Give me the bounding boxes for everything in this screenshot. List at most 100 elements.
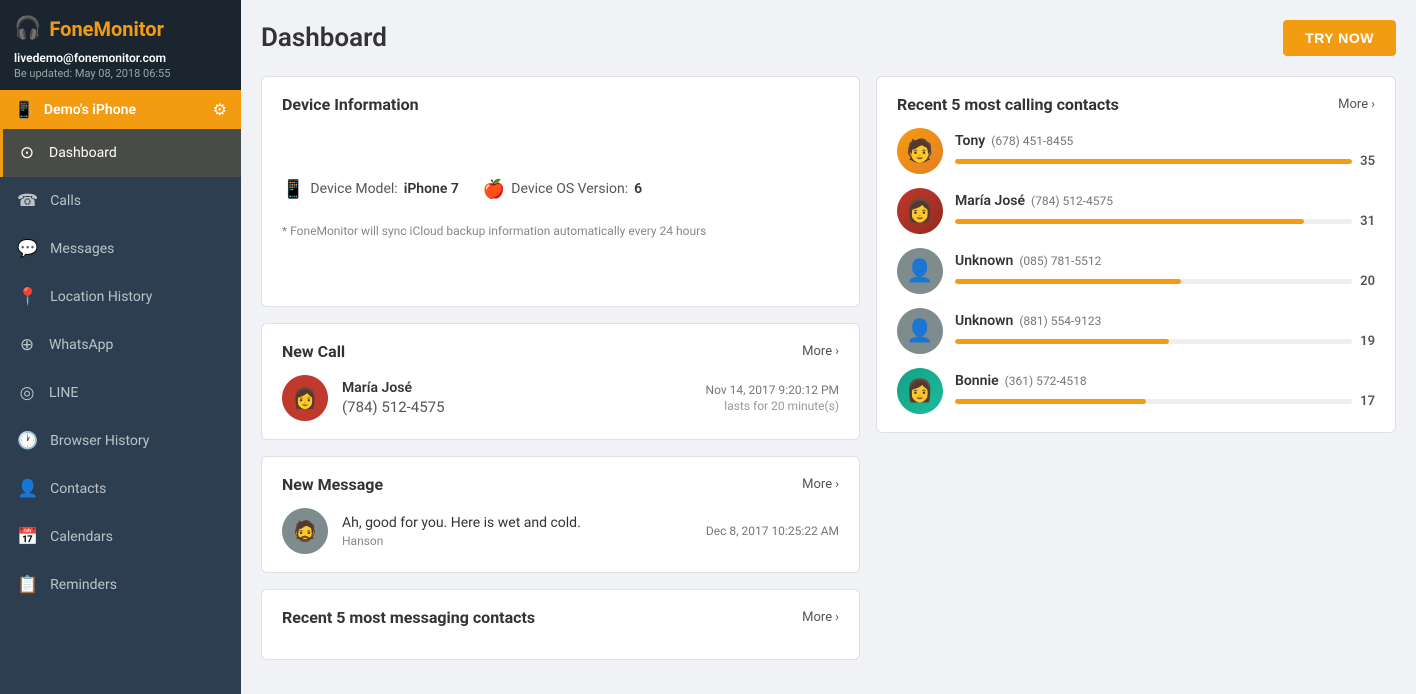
call-row: 👩 María José (784) 512-4575 Nov 14, 2017… [282, 375, 839, 421]
contact-name: María José [955, 193, 1025, 209]
new-message-title: New Message [282, 475, 383, 494]
logo-area: 🎧 FoneMonitor [14, 16, 227, 41]
model-label: Device Model: [310, 181, 397, 197]
new-message-header: New Message More › [282, 475, 839, 494]
contact-bar-bg [955, 219, 1352, 224]
location-icon: 📍 [17, 287, 38, 307]
contact-bar-bg [955, 279, 1352, 284]
more-label: More [1338, 97, 1368, 112]
device-specs: 📱 Device Model: iPhone 7 🍎 Device OS Ver… [282, 179, 839, 200]
reminders-icon: 📋 [17, 575, 38, 595]
contact-count: 35 [1360, 154, 1375, 169]
sidebar-item-dashboard[interactable]: ⊙ Dashboard [0, 129, 241, 177]
contact-bar-row: 17 [955, 394, 1375, 409]
device-selector[interactable]: 📱 Demo's iPhone ⚙ [0, 90, 241, 129]
call-date: Nov 14, 2017 9:20:12 PM [706, 383, 839, 397]
user-updated: Be updated: May 08, 2018 06:55 [14, 67, 227, 80]
sidebar-item-reminders[interactable]: 📋 Reminders [0, 561, 241, 609]
contact-avatar: 👤 [897, 308, 943, 354]
sidebar-item-label: LINE [49, 385, 78, 401]
contact-bar-bg [955, 159, 1352, 164]
contact-phone: (784) 512-4575 [1031, 194, 1113, 208]
calling-contacts-more[interactable]: More › [1338, 97, 1375, 112]
contact-avatar: 🧑 [897, 128, 943, 174]
call-duration: lasts for 20 minute(s) [706, 399, 839, 413]
sidebar-header: 🎧 FoneMonitor livedemo@fonemonitor.com B… [0, 0, 241, 90]
sidebar-item-contacts[interactable]: 👤 Contacts [0, 465, 241, 513]
sidebar-item-calls[interactable]: ☎ Calls [0, 177, 241, 225]
browser-icon: 🕐 [17, 431, 38, 451]
gear-icon: ⚙ [213, 100, 227, 119]
sidebar-item-whatsapp[interactable]: ⊕ WhatsApp [0, 321, 241, 369]
contact-bar-row: 31 [955, 214, 1375, 229]
contact-bar-fill [955, 399, 1146, 404]
new-message-card: New Message More › 🧔 Ah, good for you. H… [261, 456, 860, 573]
contact-count: 19 [1360, 334, 1375, 349]
phone-icon: 📱 [14, 100, 34, 119]
user-email: livedemo@fonemonitor.com [14, 51, 227, 65]
message-row: 🧔 Ah, good for you. Here is wet and cold… [282, 508, 839, 554]
sender-avatar: 🧔 [282, 508, 328, 554]
contact-details: María José (784) 512-4575 31 [955, 193, 1375, 229]
sidebar-item-browser-history[interactable]: 🕐 Browser History [0, 417, 241, 465]
sidebar-item-calendars[interactable]: 📅 Calendars [0, 513, 241, 561]
caller-avatar: 👩 [282, 375, 328, 421]
sidebar-item-label: Browser History [50, 433, 149, 449]
contact-avatar: 👩 [897, 368, 943, 414]
contact-bar-fill [955, 159, 1352, 164]
contact-avatar: 👤 [897, 248, 943, 294]
device-model-icon: 📱 [282, 179, 304, 200]
contact-list: 🧑 Tony (678) 451-8455 35 👩 María José (7… [897, 128, 1375, 414]
main-header: Dashboard TRY NOW [261, 20, 1396, 56]
device-info-body: 📱 Device Model: iPhone 7 🍎 Device OS Ver… [282, 128, 839, 288]
contact-details: Bonnie (361) 572-4518 17 [955, 373, 1375, 409]
new-message-more[interactable]: More › [802, 477, 839, 492]
sidebar-item-label: Location History [50, 289, 152, 305]
sidebar-item-messages[interactable]: 💬 Messages [0, 225, 241, 273]
main-content: Dashboard TRY NOW Device Information 📱 D… [241, 0, 1416, 694]
sidebar-item-line[interactable]: ◎ LINE [0, 369, 241, 417]
apple-icon: 🍎 [483, 179, 505, 200]
more-label: More [802, 477, 832, 492]
contact-row: 🧑 Tony (678) 451-8455 35 [897, 128, 1375, 174]
content-grid: Device Information 📱 Device Model: iPhon… [261, 76, 1396, 660]
right-column: Recent 5 most calling contacts More › 🧑 … [876, 76, 1396, 660]
contact-bar-row: 19 [955, 334, 1375, 349]
new-call-header: New Call More › [282, 342, 839, 361]
os-value: 6 [634, 181, 642, 197]
dashboard-icon: ⊙ [17, 143, 37, 163]
contact-row: 👩 María José (784) 512-4575 31 [897, 188, 1375, 234]
message-sender: Hanson [342, 534, 692, 548]
logo-icon: 🎧 [14, 16, 41, 41]
contact-name: Unknown [955, 313, 1013, 329]
contact-bar-bg [955, 339, 1352, 344]
calling-contacts-card: Recent 5 most calling contacts More › 🧑 … [876, 76, 1396, 433]
chevron-right-icon: › [835, 344, 839, 359]
try-now-button[interactable]: TRY NOW [1283, 20, 1396, 56]
sidebar-item-label: Calls [50, 193, 81, 209]
contact-name: Tony [955, 133, 985, 149]
recent-messaging-header: Recent 5 most messaging contacts More › [282, 608, 839, 627]
contact-phone: (678) 451-8455 [991, 134, 1073, 148]
contacts-icon: 👤 [17, 479, 38, 499]
contact-bar-row: 20 [955, 274, 1375, 289]
contact-bar-bg [955, 399, 1352, 404]
sidebar-item-label: Contacts [50, 481, 106, 497]
device-name: Demo's iPhone [44, 102, 136, 118]
contact-row: 👩 Bonnie (361) 572-4518 17 [897, 368, 1375, 414]
sidebar-item-location-history[interactable]: 📍 Location History [0, 273, 241, 321]
recent-messaging-title: Recent 5 most messaging contacts [282, 608, 535, 627]
device-info-title: Device Information [282, 95, 839, 114]
model-value: iPhone 7 [404, 181, 459, 197]
recent-messaging-more[interactable]: More › [802, 610, 839, 625]
caller-name: María José [342, 380, 692, 396]
contact-row: 👤 Unknown (881) 554-9123 19 [897, 308, 1375, 354]
device-note: * FoneMonitor will sync iCloud backup in… [282, 224, 839, 238]
chevron-right-icon: › [835, 477, 839, 492]
contact-name-row: Unknown (085) 781-5512 [955, 253, 1375, 269]
calling-contacts-title: Recent 5 most calling contacts [897, 95, 1119, 114]
sidebar-nav: ⊙ Dashboard ☎ Calls 💬 Messages 📍 Locatio… [0, 129, 241, 609]
chevron-right-icon: › [835, 610, 839, 625]
new-call-more[interactable]: More › [802, 344, 839, 359]
contact-row: 👤 Unknown (085) 781-5512 20 [897, 248, 1375, 294]
